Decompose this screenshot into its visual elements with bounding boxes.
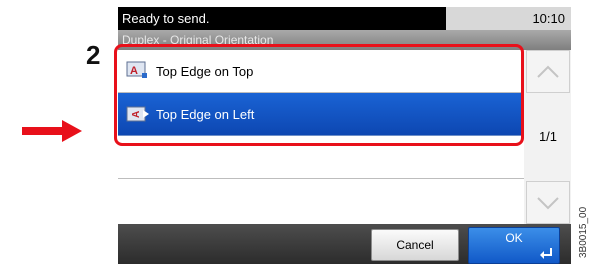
ok-button[interactable]: OK <box>468 227 560 264</box>
orientation-top-icon: A <box>126 61 147 78</box>
enter-icon <box>540 248 552 259</box>
page-indicator: 1/1 <box>538 129 558 144</box>
option-label: Top Edge on Top <box>156 64 254 79</box>
chevron-up-icon <box>537 65 559 78</box>
svg-text:A: A <box>131 111 142 118</box>
option-top-edge-on-top[interactable]: A Top Edge on Top <box>118 50 524 93</box>
orientation-left-icon: A <box>126 106 149 122</box>
scroll-down-button[interactable] <box>526 181 570 224</box>
ok-label: OK <box>505 231 523 245</box>
svg-text:A: A <box>130 65 138 77</box>
empty-row <box>118 136 524 179</box>
scroll-up-button[interactable] <box>526 50 570 93</box>
empty-row <box>118 179 524 224</box>
status-bar: Ready to send. 10:10 <box>118 7 571 30</box>
step-number: 2 <box>86 40 101 70</box>
status-time: 10:10 <box>532 11 565 26</box>
status-message: Ready to send. <box>118 7 446 30</box>
option-label: Top Edge on Left <box>156 107 255 122</box>
pointer-arrow-icon <box>22 120 82 142</box>
option-list: A Top Edge on Top A Top Edge on Left <box>118 50 524 224</box>
screen-title: Duplex - Original Orientation <box>118 30 571 50</box>
action-bar: Cancel OK <box>118 224 571 264</box>
chevron-down-icon <box>537 197 559 210</box>
cancel-button[interactable]: Cancel <box>371 229 459 261</box>
device-panel: Ready to send. 10:10 Duplex - Original O… <box>118 7 571 264</box>
figure-code: 3B0015_00 <box>578 206 589 258</box>
option-top-edge-on-left[interactable]: A Top Edge on Left <box>118 93 524 136</box>
